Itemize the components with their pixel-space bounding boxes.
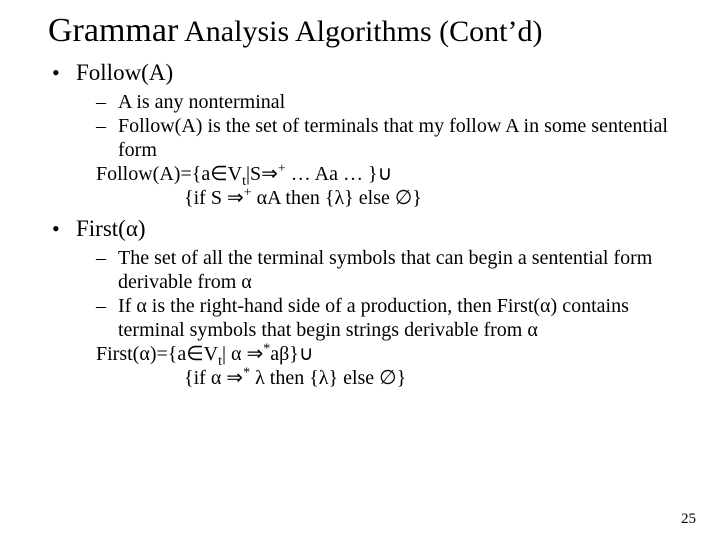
first-sub-1: The set of all the terminal symbols that… [96,246,672,294]
follow-sub-1: A is any nonterminal [96,90,672,114]
first-formula-2: {if α ⇒* λ then {λ} else ∅} [96,366,672,390]
follow-sublist: A is any nonterminal Follow(A) is the se… [96,90,672,210]
first-formula-1: First(α)={a∈Vt| α ⇒*aβ}∪ [96,342,672,366]
bullet-follow: Follow(A) A is any nonterminal Follow(A)… [48,60,672,210]
bullet-follow-label: Follow(A) [76,60,173,85]
slide-title: Grammar Analysis Algorithms (Cont’d) [48,12,672,50]
title-word-grammar: Grammar [48,12,178,49]
follow-formula-1: Follow(A)={a∈Vt|S⇒+ … Aa … }∪ [96,162,672,186]
follow-formula-2: {if S ⇒+ αA then {λ} else ∅} [96,186,672,210]
first-sub-2: If α is the right-hand side of a product… [96,294,672,342]
first-formula-2-inner: {if α ⇒* λ then {λ} else ∅} [96,366,672,390]
follow-formula-2-inner: {if S ⇒+ αA then {λ} else ∅} [96,186,672,210]
bullet-first-label: First(α) [76,216,146,241]
slide: Grammar Analysis Algorithms (Cont’d) Fol… [0,0,720,540]
title-rest: Analysis Algorithms (Cont’d) [178,15,542,48]
bullet-first: First(α) The set of all the terminal sym… [48,216,672,390]
follow-sub-2: Follow(A) is the set of terminals that m… [96,114,672,162]
page-number: 25 [681,511,696,528]
first-sublist: The set of all the terminal symbols that… [96,246,672,390]
bullet-list: Follow(A) A is any nonterminal Follow(A)… [48,60,672,390]
